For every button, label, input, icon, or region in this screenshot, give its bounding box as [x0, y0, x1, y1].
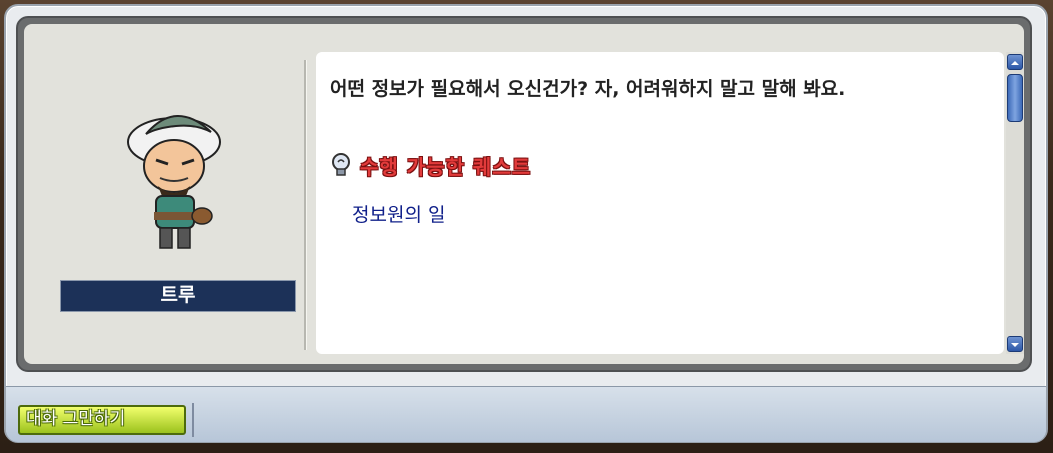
- npc-dialog-window: 트루 어떤 정보가 필요해서 오신건가? 자, 어려워하지 말고 말해 봐요. …: [4, 4, 1048, 443]
- dialog-frame: 트루 어떤 정보가 필요해서 오신건가? 자, 어려워하지 말고 말해 봐요. …: [16, 16, 1032, 372]
- arrow-up-icon: [1011, 61, 1019, 65]
- quest-item-informant-job[interactable]: 정보원의 일: [352, 200, 445, 227]
- dialog-scrollbar[interactable]: [1006, 52, 1024, 354]
- footer-divider: [192, 403, 194, 437]
- lightbulb-icon: [332, 153, 350, 176]
- end-chat-button[interactable]: 대화 그만하기: [18, 405, 186, 435]
- scroll-thumb[interactable]: [1007, 74, 1023, 122]
- scroll-down-button[interactable]: [1007, 336, 1023, 352]
- npc-dialog-text: 어떤 정보가 필요해서 오신건가? 자, 어려워하지 말고 말해 봐요.: [330, 78, 846, 100]
- available-quests-header: 수행 가능한 퀘스트: [330, 150, 531, 180]
- dialog-footer: 대화 그만하기: [6, 386, 1046, 442]
- dialog-panel: 트루 어떤 정보가 필요해서 오신건가? 자, 어려워하지 말고 말해 봐요. …: [24, 24, 1024, 364]
- dialog-text-area: 어떤 정보가 필요해서 오신건가? 자, 어려워하지 말고 말해 봐요. 수행 …: [316, 52, 1004, 354]
- available-quests-label: 수행 가능한 퀘스트: [360, 154, 532, 179]
- scroll-up-button[interactable]: [1007, 54, 1023, 70]
- npc-portrait-area: 트루: [46, 54, 296, 334]
- npc-portrait-icon: [127, 115, 221, 249]
- arrow-down-icon: [1011, 343, 1019, 347]
- panel-divider: [304, 60, 307, 350]
- npc-name-plate: 트루: [60, 280, 296, 312]
